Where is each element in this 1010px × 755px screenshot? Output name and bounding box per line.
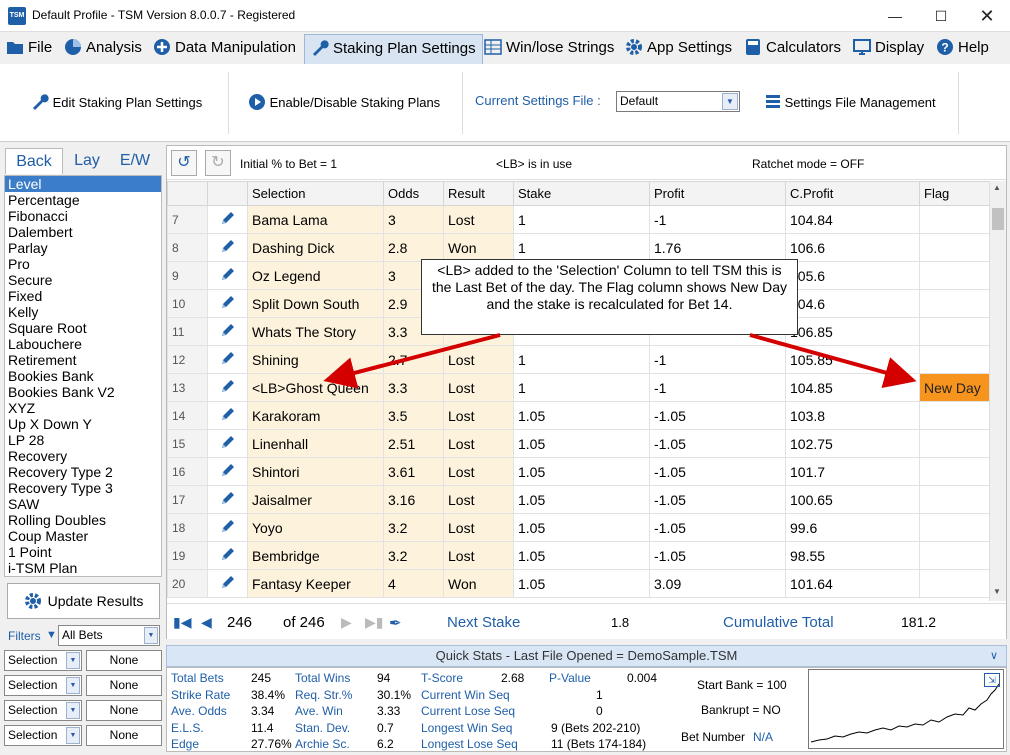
bankrupt-status: Bankrupt = NO (701, 703, 781, 717)
stat-label: Archie Sc. (295, 737, 350, 751)
stat-value: 6.2 (377, 737, 394, 751)
current-record[interactable]: 246 (227, 614, 252, 631)
bet-number-value: N/A (753, 730, 774, 744)
stat-label: Req. Str.% (295, 687, 353, 702)
annotation-arrows (323, 333, 917, 389)
stat-label: Longest Lose Seq (421, 737, 518, 751)
stat-label: Strike Rate (171, 687, 231, 702)
collapse-icon[interactable]: ∨ (990, 646, 998, 666)
first-record-icon[interactable]: ▮◀ (173, 614, 191, 631)
stat-value: 9 (Bets 202-210) (551, 720, 641, 735)
stat-value: 245 (251, 671, 272, 685)
stat-label: Longest Win Seq (421, 720, 513, 735)
bet-number-label: Bet Number (681, 730, 746, 744)
p-value-label: P-Value (549, 671, 591, 685)
stat-value: 27.76% (251, 737, 292, 751)
stat-label: Current Lose Seq (421, 704, 516, 718)
stat-value: 2.68 (501, 671, 525, 685)
stat-value: 38.4% (251, 687, 286, 702)
stat-value: 3.34 (251, 704, 275, 718)
stat-label: Total Wins (295, 671, 351, 685)
record-count: of 246 (283, 614, 325, 631)
stat-value: 94 (377, 671, 391, 685)
stat-label: Stan. Dev. (295, 720, 351, 735)
arrow-to-selection (323, 333, 501, 389)
p-value: 0.004 (627, 671, 658, 685)
last-record-icon[interactable]: ▶▮ (365, 614, 383, 631)
quick-stats-title: Quick Stats - Last File Opened = DemoSam… (435, 648, 738, 663)
start-bank: Start Bank = 100 (697, 678, 787, 692)
stat-label: E.L.S. (171, 720, 204, 735)
next-stake-value: 1.8 (611, 615, 630, 630)
stat-value: 11.4 (251, 720, 274, 735)
stat-label: Total Bets (171, 671, 224, 685)
sparkline-chart (810, 683, 1000, 743)
stat-value: 0 (596, 704, 603, 718)
quick-stats-header[interactable]: Quick Stats - Last File Opened = DemoSam… (166, 645, 1007, 667)
stat-value: 11 (Bets 174-184) (551, 737, 647, 751)
stat-value: 3.33 (377, 704, 401, 718)
arrow-to-flag (749, 333, 917, 389)
stat-label: Edge (171, 737, 200, 751)
expand-icon[interactable]: ⇲ (984, 673, 1000, 687)
record-navigator: ▮◀ ◀ 246 of 246 ▶ ▶▮ ✒ Next Stake 1.8 Cu… (167, 603, 1006, 639)
clear-brush-icon[interactable]: ✒ (389, 614, 402, 632)
stat-label: Ave. Odds (171, 704, 227, 718)
cumulative-total-value: 181.2 (901, 614, 937, 630)
next-record-icon[interactable]: ▶ (341, 614, 352, 631)
stat-label: Current Win Seq (421, 687, 510, 702)
stat-value: 30.1% (377, 687, 412, 702)
next-stake-label: Next Stake (447, 614, 521, 631)
stat-label: Ave. Win (295, 704, 343, 718)
prev-record-icon[interactable]: ◀ (201, 614, 212, 631)
cumulative-total-label: Cumulative Total (723, 614, 834, 631)
stat-value: 1 (596, 687, 603, 702)
stat-value: 0.7 (377, 720, 394, 735)
cumulative-profit-sparkline: ⇲ (808, 669, 1004, 749)
stat-label: T-Score (421, 671, 464, 685)
